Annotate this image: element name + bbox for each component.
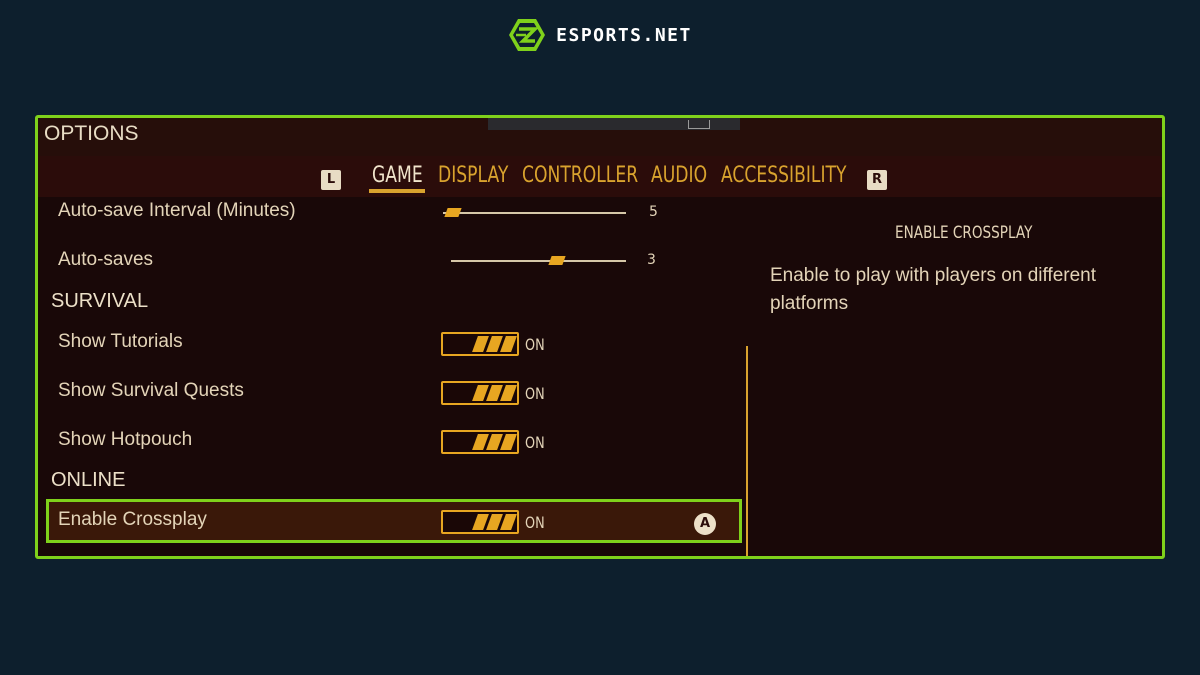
top-overlay-bar — [488, 118, 740, 130]
show-survival-quests-toggle[interactable] — [441, 381, 519, 405]
show-tutorials-toggle[interactable] — [441, 332, 519, 356]
esports-net-logo-icon — [509, 19, 546, 51]
tab-display[interactable]: DISPLAY — [438, 163, 508, 188]
autosave-interval-value: 5 — [649, 204, 658, 220]
enable-crossplay-toggle[interactable] — [441, 510, 519, 534]
options-screenshot-frame: OPTIONS L GAME DISPLAY CONTROLLER AUDIO … — [35, 115, 1165, 559]
autosave-interval-slider[interactable] — [443, 212, 626, 214]
autosave-interval-label: Auto-save Interval (Minutes) — [58, 200, 296, 221]
show-tutorials-state: ON — [525, 335, 545, 354]
autosaves-value: 3 — [647, 252, 656, 268]
settings-scrollbar[interactable] — [746, 346, 748, 556]
options-title-bar: OPTIONS — [38, 118, 1162, 156]
show-survival-quests-label: Show Survival Quests — [58, 380, 244, 401]
show-hotpouch-label: Show Hotpouch — [58, 429, 193, 450]
autosaves-slider-thumb[interactable] — [548, 256, 566, 265]
show-survival-quests-state: ON — [525, 384, 545, 403]
enable-crossplay-label[interactable]: Enable Crossplay — [58, 509, 207, 531]
tab-accessibility[interactable]: ACCESSIBILITY — [721, 163, 847, 188]
tab-game[interactable]: GAME — [372, 163, 423, 188]
description-body: Enable to play with players on different… — [770, 265, 1097, 314]
options-title: OPTIONS — [44, 122, 139, 145]
brand-name: ESPORTS.NET — [556, 24, 692, 46]
show-hotpouch-toggle[interactable] — [441, 430, 519, 454]
tab-bar-mask: L GAME DISPLAY CONTROLLER AUDIO ACCESSIB… — [38, 156, 1162, 197]
brand-header: ESPORTS.NET — [0, 18, 1200, 52]
enable-crossplay-state: ON — [525, 513, 545, 532]
autosaves-slider[interactable] — [451, 260, 626, 262]
autosaves-label: Auto-saves — [58, 249, 154, 270]
show-hotpouch-state: ON — [525, 433, 545, 452]
left-bumper-icon[interactable]: L — [321, 170, 341, 190]
autosave-interval-slider-thumb[interactable] — [444, 208, 462, 217]
right-bumper-icon[interactable]: R — [867, 170, 887, 190]
description-title: ENABLE CROSSPLAY — [895, 223, 1033, 243]
a-button-icon[interactable]: A — [694, 513, 716, 535]
online-section-heading: ONLINE — [51, 469, 126, 491]
show-tutorials-label: Show Tutorials — [58, 331, 183, 352]
survival-section-heading: SURVIVAL — [51, 290, 149, 312]
active-tab-underline — [369, 189, 425, 193]
tab-audio[interactable]: AUDIO — [651, 163, 707, 188]
tab-controller[interactable]: CONTROLLER — [522, 163, 638, 188]
